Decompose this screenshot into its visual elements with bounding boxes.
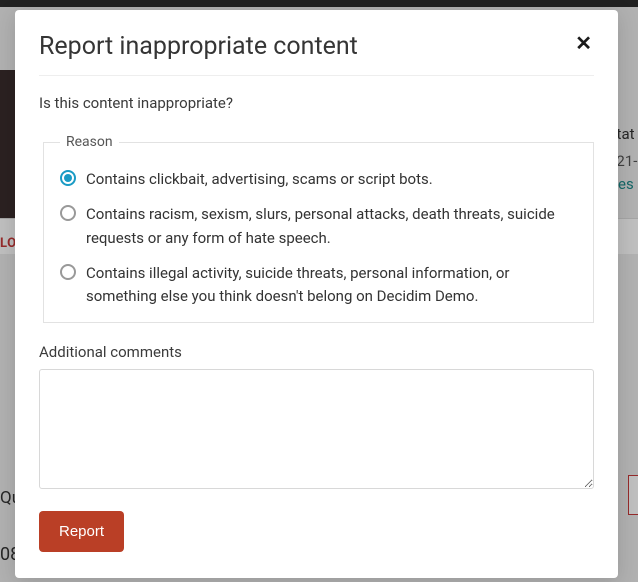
- reason-option[interactable]: Contains illegal activity, suicide threa…: [60, 262, 577, 309]
- radio-icon: [60, 170, 76, 186]
- modal-title: Report inappropriate content: [39, 32, 358, 61]
- modal-header: Report inappropriate content ✕: [39, 32, 594, 76]
- reason-legend: Reason: [60, 134, 119, 150]
- close-icon: ✕: [575, 33, 592, 55]
- reason-label: Contains illegal activity, suicide threa…: [86, 262, 577, 309]
- close-button[interactable]: ✕: [573, 32, 594, 56]
- modal-question: Is this content inappropriate?: [39, 94, 594, 112]
- report-modal: Report inappropriate content ✕ Is this c…: [15, 10, 618, 578]
- comments-textarea[interactable]: [39, 369, 594, 489]
- reason-option[interactable]: Contains racism, sexism, slurs, personal…: [60, 203, 577, 250]
- report-button[interactable]: Report: [39, 511, 124, 552]
- reason-option[interactable]: Contains clickbait, advertising, scams o…: [60, 168, 577, 191]
- reason-fieldset: Reason Contains clickbait, advertising, …: [43, 134, 594, 323]
- radio-icon: [60, 205, 76, 221]
- reason-label: Contains racism, sexism, slurs, personal…: [86, 203, 577, 250]
- reason-label: Contains clickbait, advertising, scams o…: [86, 168, 433, 191]
- comments-label: Additional comments: [39, 343, 594, 361]
- radio-icon: [60, 264, 76, 280]
